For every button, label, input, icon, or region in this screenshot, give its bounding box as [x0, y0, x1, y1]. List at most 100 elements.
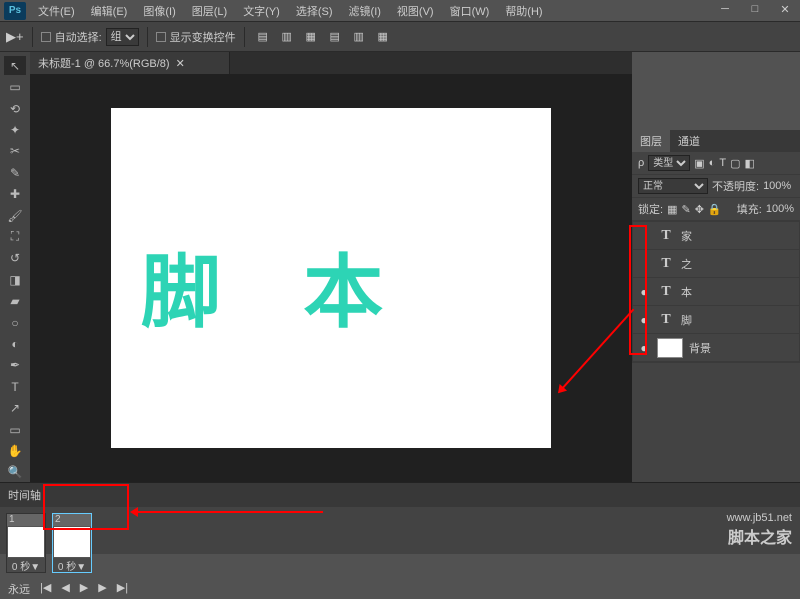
filter-adjust-icon[interactable]: ◐ — [709, 157, 716, 169]
layer-name: 之 — [681, 256, 692, 272]
layer-row[interactable]: ●T本 — [633, 278, 799, 306]
menu-edit[interactable]: 编辑(E) — [83, 3, 136, 19]
app-icon: Ps — [4, 2, 26, 20]
pen-tool[interactable]: ✒ — [4, 356, 26, 375]
frame-number: 1 — [7, 514, 45, 526]
frame-thumbnail — [8, 527, 44, 557]
layer-row[interactable]: ●T脚 — [633, 306, 799, 334]
next-frame-button[interactable]: ▶ — [98, 581, 106, 597]
first-frame-button[interactable]: |◀ — [40, 581, 51, 597]
menu-type[interactable]: 文字(Y) — [235, 3, 288, 19]
eraser-tool[interactable]: ◨ — [4, 270, 26, 289]
frame-duration[interactable]: 0 秒▼ — [7, 558, 45, 572]
toolbox: ↖ ▭ ⟲ ✦ ✂ ✎ ✚ 🖌 ⛶ ↺ ◨ ▰ ○ ◐ ✒ T ↗ ▭ ✋ 🔍 — [0, 52, 30, 482]
auto-select-label: 自动选择: — [55, 29, 102, 45]
lock-pos-icon[interactable]: ✥ — [695, 203, 704, 216]
align-left-icon[interactable]: ▤ — [325, 27, 345, 47]
layer-row[interactable]: ●背景 — [633, 334, 799, 362]
dodge-tool[interactable]: ◐ — [4, 334, 26, 353]
loop-dropdown[interactable]: 永远 — [8, 581, 30, 597]
tab-layers[interactable]: 图层 — [632, 130, 670, 152]
align-hmid-icon[interactable]: ▥ — [349, 27, 369, 47]
layer-thumbnail — [657, 338, 683, 358]
type-tool[interactable]: T — [4, 377, 26, 396]
annotation-box-frames — [43, 484, 129, 530]
annotation-box-visibility — [629, 225, 647, 355]
align-vmid-icon[interactable]: ▥ — [277, 27, 297, 47]
menu-view[interactable]: 视图(V) — [389, 3, 442, 19]
marquee-tool[interactable]: ▭ — [4, 77, 26, 96]
align-top-icon[interactable]: ▤ — [253, 27, 273, 47]
lock-trans-icon[interactable]: ▦ — [667, 203, 677, 216]
layer-row[interactable]: T家 — [633, 222, 799, 250]
shape-tool[interactable]: ▭ — [4, 420, 26, 439]
type-layer-icon: T — [657, 284, 675, 300]
stamp-tool[interactable]: ⛶ — [4, 227, 26, 246]
path-tool[interactable]: ↗ — [4, 399, 26, 418]
layer-name: 本 — [681, 284, 692, 300]
lock-label: 锁定: — [638, 201, 663, 217]
lasso-tool[interactable]: ⟲ — [4, 99, 26, 118]
menu-window[interactable]: 窗口(W) — [442, 3, 498, 19]
filter-smart-icon[interactable]: ◧ — [744, 157, 754, 170]
filter-type-icon[interactable]: T — [719, 157, 726, 169]
filter-shape-icon[interactable]: ▢ — [730, 157, 740, 170]
canvas-area[interactable]: 脚 本 — [30, 74, 632, 482]
frame-thumbnail — [54, 527, 90, 557]
move-tool[interactable]: ↖ — [4, 56, 26, 75]
menu-help[interactable]: 帮助(H) — [497, 3, 550, 19]
wand-tool[interactable]: ✦ — [4, 120, 26, 139]
minimize-button[interactable]: ─ — [710, 0, 740, 18]
menu-file[interactable]: 文件(E) — [30, 3, 83, 19]
eyedropper-tool[interactable]: ✎ — [4, 163, 26, 182]
maximize-button[interactable]: □ — [740, 0, 770, 18]
menu-layer[interactable]: 图层(L) — [184, 3, 235, 19]
menu-bar: Ps 文件(E) 编辑(E) 图像(I) 图层(L) 文字(Y) 选择(S) 滤… — [0, 0, 800, 22]
options-bar: ▶+ 自动选择: 组 显示变换控件 ▤ ▥ ▦ ▤ ▥ ▦ — [0, 22, 800, 52]
type-layer-icon: T — [657, 256, 675, 272]
menu-image[interactable]: 图像(I) — [135, 3, 183, 19]
last-frame-button[interactable]: ▶| — [117, 581, 128, 597]
show-transform-checkbox[interactable] — [156, 32, 166, 42]
lock-pixel-icon[interactable]: ✎ — [681, 203, 690, 216]
fill-label: 填充: — [737, 201, 762, 217]
layer-name: 家 — [681, 228, 692, 244]
document-title: 未标题-1 @ 66.7%(RGB/8) — [38, 55, 170, 71]
opacity-label: 不透明度: — [712, 178, 759, 194]
hand-tool[interactable]: ✋ — [4, 441, 26, 460]
tab-close-icon[interactable]: ✕ — [176, 57, 185, 70]
auto-select-dropdown[interactable]: 组 — [106, 28, 139, 46]
tab-channels[interactable]: 通道 — [670, 130, 708, 152]
opacity-value[interactable]: 100% — [763, 180, 791, 192]
fill-value[interactable]: 100% — [766, 203, 794, 215]
align-right-icon[interactable]: ▦ — [373, 27, 393, 47]
frame-duration[interactable]: 0 秒▼ — [53, 558, 91, 572]
heal-tool[interactable]: ✚ — [4, 184, 26, 203]
timeline-frame[interactable]: 1 0 秒▼ — [6, 513, 46, 573]
close-button[interactable]: ✕ — [770, 0, 800, 18]
blend-mode-dropdown[interactable]: 正常 — [638, 178, 708, 194]
zoom-tool[interactable]: 🔍 — [4, 463, 26, 482]
history-brush-tool[interactable]: ↺ — [4, 249, 26, 268]
auto-select-checkbox[interactable] — [41, 32, 51, 42]
blur-tool[interactable]: ○ — [4, 313, 26, 332]
play-button[interactable]: ▶ — [80, 581, 88, 597]
filter-pixel-icon[interactable]: ▣ — [694, 157, 704, 170]
canvas[interactable]: 脚 本 — [111, 108, 551, 448]
layer-row[interactable]: T之 — [633, 250, 799, 278]
layer-name: 脚 — [681, 312, 692, 328]
layer-kind-dropdown[interactable]: 类型 — [648, 155, 690, 171]
canvas-text: 脚 本 — [141, 228, 413, 344]
move-tool-icon: ▶+ — [6, 29, 24, 45]
menu-select[interactable]: 选择(S) — [288, 3, 341, 19]
lock-all-icon[interactable]: 🔒 — [708, 203, 722, 216]
type-layer-icon: T — [657, 228, 675, 244]
menu-filter[interactable]: 滤镜(I) — [341, 3, 389, 19]
prev-frame-button[interactable]: ◀ — [61, 581, 69, 597]
gradient-tool[interactable]: ▰ — [4, 291, 26, 310]
brush-tool[interactable]: 🖌 — [4, 206, 26, 225]
align-bottom-icon[interactable]: ▦ — [301, 27, 321, 47]
crop-tool[interactable]: ✂ — [4, 142, 26, 161]
document-tab[interactable]: 未标题-1 @ 66.7%(RGB/8) ✕ — [30, 52, 230, 74]
annotation-arrow-frames — [133, 511, 323, 513]
